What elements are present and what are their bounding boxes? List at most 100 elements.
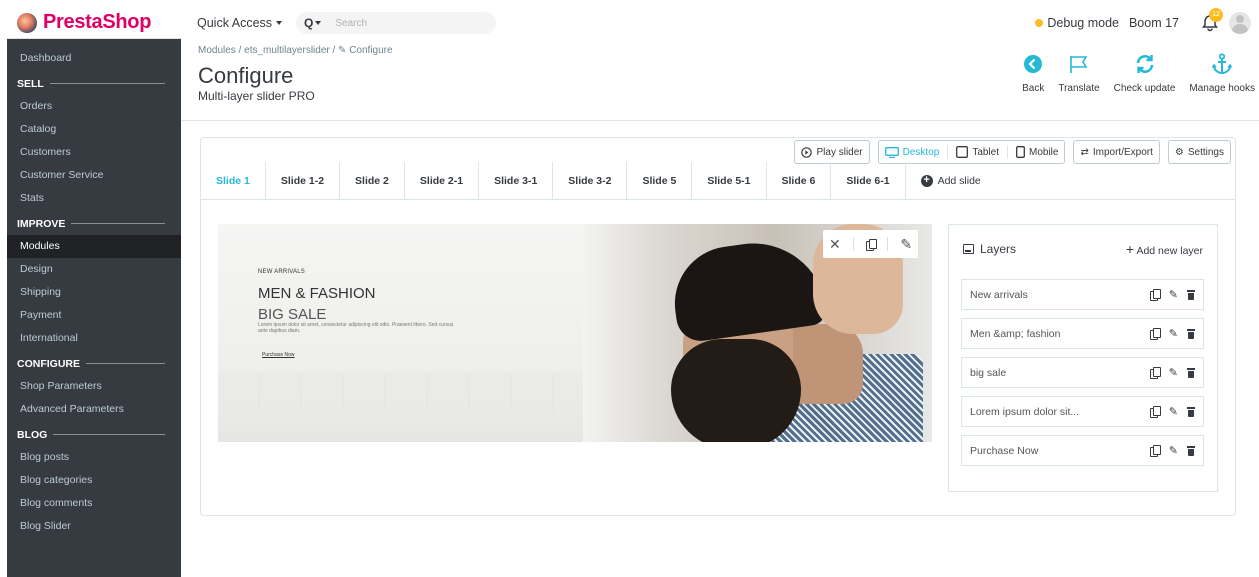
check-update-label: Check update — [1113, 83, 1176, 94]
sidebar: PrestaShop Dashboard SELL Orders Catalog Cus… — [7, 7, 181, 577]
slide-preview[interactable]: NEW ARRIVALS MEN & FASHION BIG SALE Lore… — [218, 224, 932, 442]
search-icon[interactable]: Q — [304, 16, 313, 30]
slide-layer-subtitle[interactable]: BIG SALE — [258, 306, 326, 323]
mobile-button[interactable]: Mobile — [1016, 146, 1058, 158]
status-dot-icon — [1035, 19, 1044, 27]
copy-icon[interactable] — [1149, 328, 1161, 340]
sidebar-item-shipping[interactable]: Shipping — [7, 281, 181, 304]
edit-icon[interactable]: ✎ — [1169, 366, 1178, 379]
desktop-button[interactable]: Desktop — [884, 146, 940, 158]
close-icon[interactable]: ✕ — [829, 236, 841, 253]
tab-slide[interactable]: Slide 1 — [201, 162, 266, 199]
copy-icon[interactable] — [1149, 406, 1161, 418]
tab-slide[interactable]: Slide 3-1 — [479, 162, 554, 199]
tab-slide[interactable]: Slide 6 — [767, 162, 832, 199]
add-slide-label: Add slide — [937, 174, 981, 187]
desktop-label: Desktop — [902, 146, 940, 158]
sidebar-item-customers[interactable]: Customers — [7, 141, 181, 164]
breadcrumb[interactable]: Modules / ets_multilayerslider / ✎ Confi… — [198, 45, 393, 56]
sidebar-item-shop-parameters[interactable]: Shop Parameters — [7, 375, 181, 398]
layer-row[interactable]: Lorem ipsum dolor sit... ✎ — [961, 396, 1204, 427]
trash-icon[interactable] — [1187, 289, 1195, 300]
copy-icon[interactable] — [1149, 445, 1161, 457]
sidebar-item-payment[interactable]: Payment — [7, 304, 181, 327]
tab-slide[interactable]: Slide 5-1 — [692, 162, 767, 199]
slide-layer-lorem[interactable]: Lorem ipsum dolor sit amet, consectetur … — [258, 322, 458, 334]
settings-button[interactable]: ⚙ Settings — [1167, 140, 1231, 164]
edit-icon[interactable]: ✎ — [1169, 444, 1178, 457]
trash-icon[interactable] — [1187, 367, 1195, 378]
add-new-layer-button[interactable]: + Add new layer — [1126, 241, 1203, 257]
slide-layer-title[interactable]: MEN & FASHION — [258, 285, 376, 302]
sidebar-item-international[interactable]: International — [7, 327, 181, 350]
trash-icon[interactable] — [1187, 328, 1195, 339]
page-header: Modules / ets_multilayerslider / ✎ Confi… — [181, 39, 1259, 121]
check-update-button[interactable]: Check update — [1113, 53, 1176, 94]
debug-mode-indicator[interactable]: Debug mode — [1035, 16, 1119, 30]
add-slide-button[interactable]: + Add slide — [906, 162, 996, 199]
tab-slide[interactable]: Slide 5 — [627, 162, 693, 199]
search-input[interactable]: Search — [335, 18, 367, 29]
copy-icon[interactable] — [1149, 367, 1161, 379]
layer-row[interactable]: big sale ✎ — [961, 357, 1204, 388]
slide-layer-button[interactable]: Purchase Now — [262, 352, 295, 358]
tablet-button[interactable]: Tablet — [956, 146, 999, 158]
translate-button[interactable]: Translate — [1058, 53, 1100, 94]
top-bar: Quick Access Q Search Debug mode Boom 17… — [181, 7, 1259, 39]
layer-row[interactable]: Purchase Now ✎ — [961, 435, 1204, 466]
edit-icon[interactable]: ✎ — [1169, 405, 1178, 418]
prestashop-logo-icon — [17, 12, 37, 33]
panel-toolbar: Play slider Desktop Tablet Mobile ⇄ Impo… — [794, 140, 1231, 164]
tab-slide[interactable]: Slide 2 — [340, 162, 405, 199]
page-title: Configure — [198, 63, 294, 88]
sidebar-item-catalog[interactable]: Catalog — [7, 118, 181, 141]
search-box[interactable]: Q Search — [296, 12, 497, 34]
sidebar-item-blog-posts[interactable]: Blog posts — [7, 446, 181, 469]
edit-icon[interactable]: ✎ — [900, 236, 912, 253]
play-slider-label: Play slider — [816, 146, 863, 158]
sidebar-section-sell: SELL — [7, 72, 181, 95]
layer-row[interactable]: New arrivals ✎ — [961, 279, 1204, 310]
trash-icon[interactable] — [1187, 406, 1195, 417]
shop-name-link[interactable]: Boom 17 — [1129, 16, 1179, 30]
sidebar-section-improve: IMPROVE — [7, 212, 181, 235]
copy-icon[interactable] — [865, 238, 877, 251]
tab-slide[interactable]: Slide 1-2 — [266, 162, 341, 199]
notifications-bell-icon[interactable]: 12 — [1201, 8, 1223, 32]
manage-hooks-button[interactable]: Manage hooks — [1189, 53, 1255, 94]
sidebar-item-design[interactable]: Design — [7, 258, 181, 281]
photo-man — [643, 233, 863, 442]
sidebar-item-stats[interactable]: Stats — [7, 187, 181, 210]
slider-panel: Play slider Desktop Tablet Mobile ⇄ Impo… — [200, 137, 1236, 516]
edit-icon[interactable]: ✎ — [1169, 327, 1178, 340]
back-button[interactable]: Back — [1022, 53, 1044, 94]
user-avatar[interactable] — [1229, 12, 1251, 34]
layer-actions: ✎ — [1149, 288, 1195, 301]
divider — [1007, 145, 1008, 159]
refresh-icon — [1136, 55, 1153, 73]
sidebar-item-orders[interactable]: Orders — [7, 95, 181, 118]
sidebar-item-blog-slider[interactable]: Blog Slider — [7, 515, 181, 538]
sidebar-item-blog-categories[interactable]: Blog categories — [7, 469, 181, 492]
copy-icon[interactable] — [1149, 289, 1161, 301]
device-switcher: Desktop Tablet Mobile — [877, 140, 1066, 164]
edit-icon[interactable]: ✎ — [1169, 288, 1178, 301]
slide-layer-new-arrivals[interactable]: NEW ARRIVALS — [258, 269, 305, 275]
sidebar-item-customer-service[interactable]: Customer Service — [7, 164, 181, 187]
tablet-icon — [956, 146, 969, 158]
tab-slide[interactable]: Slide 6-1 — [831, 162, 906, 199]
sidebar-item-blog-comments[interactable]: Blog comments — [7, 492, 181, 515]
layer-list: New arrivals ✎ Men &amp; fashion ✎ big sale ✎… — [961, 279, 1204, 474]
sidebar-item-modules[interactable]: Modules — [7, 235, 181, 258]
logo[interactable]: PrestaShop — [7, 7, 181, 39]
trash-icon[interactable] — [1187, 445, 1195, 456]
tab-slide[interactable]: Slide 3-2 — [553, 162, 628, 199]
sidebar-item-advanced-parameters[interactable]: Advanced Parameters — [7, 398, 181, 421]
layer-row[interactable]: Men &amp; fashion ✎ — [961, 318, 1204, 349]
layers-title-text: Layers — [980, 242, 1017, 256]
quick-access-dropdown[interactable]: Quick Access — [197, 16, 283, 30]
sidebar-item-dashboard[interactable]: Dashboard — [7, 47, 181, 70]
tab-slide[interactable]: Slide 2-1 — [405, 162, 480, 199]
import-export-button[interactable]: ⇄ Import/Export — [1073, 140, 1160, 164]
play-slider-button[interactable]: Play slider — [794, 140, 870, 164]
